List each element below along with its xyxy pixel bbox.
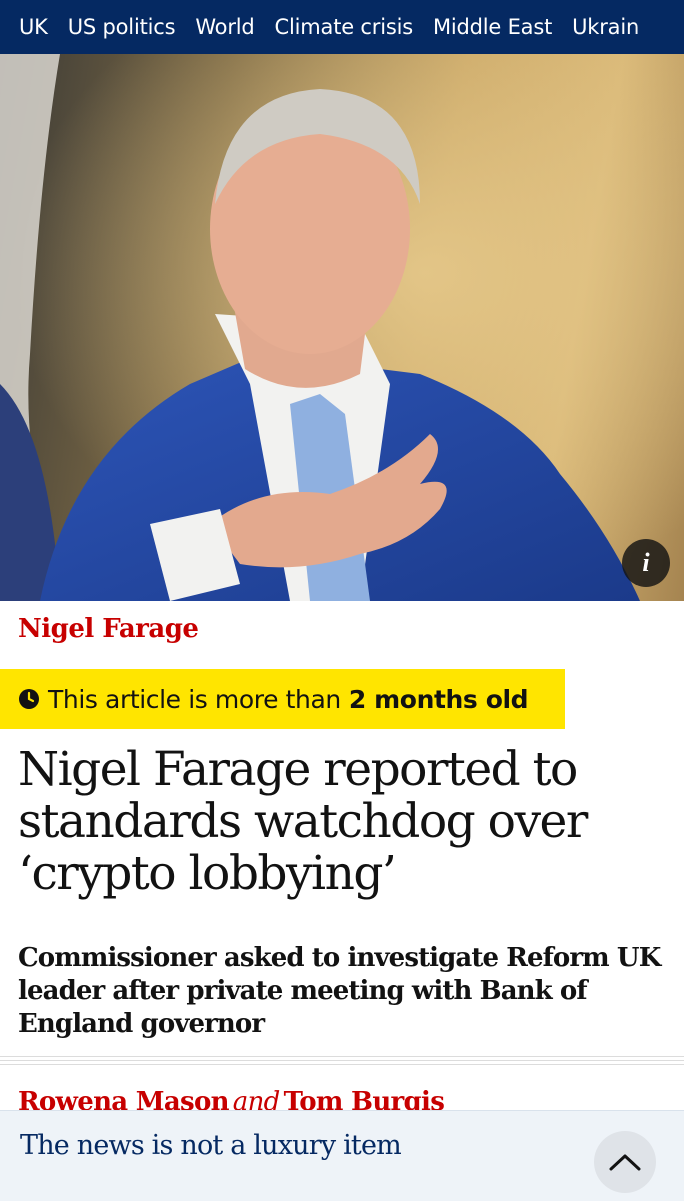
clock-icon: [19, 689, 39, 709]
hero-image: i: [0, 54, 684, 601]
age-warning-emphasis: 2 months old: [348, 684, 529, 714]
nav-item-uk[interactable]: UK: [19, 15, 48, 39]
divider: [0, 1060, 684, 1061]
nav-item-middle-east[interactable]: Middle East: [433, 15, 552, 39]
banner-expand-button[interactable]: [594, 1131, 656, 1193]
divider: [0, 1056, 684, 1057]
author-link-1[interactable]: Rowena Mason: [18, 1087, 229, 1111]
support-banner[interactable]: The news is not a luxury item: [0, 1110, 684, 1201]
image-info-button[interactable]: i: [622, 539, 670, 587]
nav-item-climate-crisis[interactable]: Climate crisis: [275, 15, 414, 39]
nav-fade: [634, 0, 684, 54]
info-icon: i: [642, 548, 650, 577]
hero-photo: [0, 54, 684, 601]
chevron-up-icon: [609, 1154, 641, 1171]
author-link-2[interactable]: Tom Burgis: [284, 1087, 445, 1111]
banner-text: The news is not a luxury item: [20, 1130, 402, 1161]
article-standfirst: Commissioner asked to investigate Reform…: [18, 943, 661, 1039]
nav-item-world[interactable]: World: [195, 15, 254, 39]
article-headline: Nigel Farage reported to standards watch…: [18, 742, 588, 901]
section-label[interactable]: Nigel Farage: [18, 614, 199, 644]
byline-joiner: and: [232, 1087, 280, 1111]
nav-item-us-politics[interactable]: US politics: [68, 15, 176, 39]
top-navigation: UK US politics World Climate crisis Midd…: [0, 0, 684, 54]
byline: Rowena Mason and Tom Burgis: [18, 1085, 668, 1111]
nav-item-ukraine[interactable]: Ukrain: [572, 15, 639, 39]
age-warning-badge: This article is more than 2 months old: [0, 669, 565, 729]
age-warning-prefix: This article is more than: [48, 684, 341, 714]
divider: [0, 1064, 684, 1065]
